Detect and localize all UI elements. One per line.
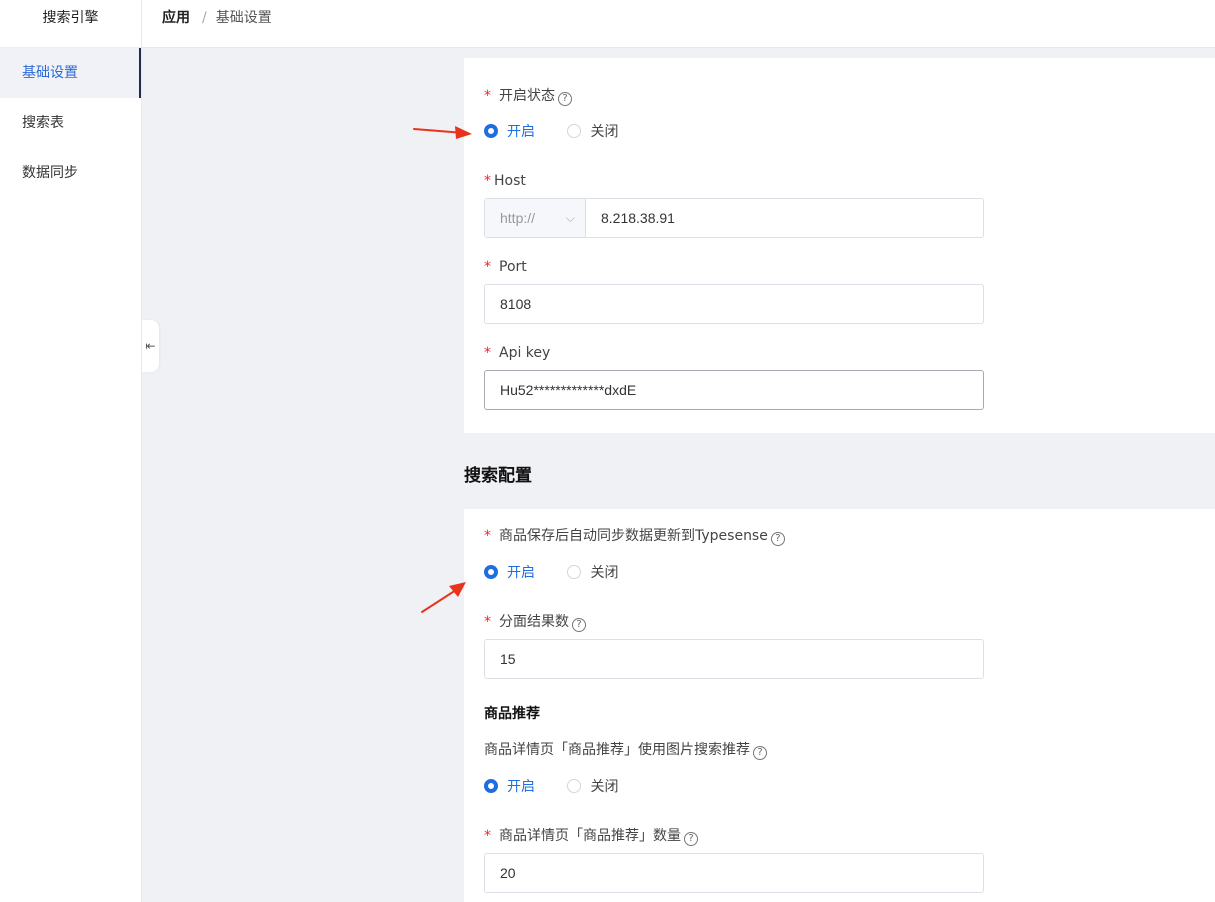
image-search-field: 商品详情页「商品推荐」使用图片搜索推荐?	[484, 740, 767, 760]
status-radio-group: 开启 关闭	[484, 122, 646, 142]
auto-sync-radio-off[interactable]: 关闭	[567, 563, 618, 583]
facet-count-field: * 分面结果数?	[484, 612, 586, 632]
image-search-label: 商品详情页「商品推荐」使用图片搜索推荐	[484, 742, 750, 758]
recommend-count-input[interactable]	[484, 853, 984, 893]
host-field: * Host	[484, 171, 526, 191]
search-config-card: * 商品保存后自动同步数据更新到Typesense? 开启 关闭 * 分面结果数? …	[464, 509, 1215, 902]
annotation-arrow-icon	[421, 582, 466, 613]
required-mark: *	[484, 88, 491, 104]
help-icon[interactable]: ?	[558, 92, 572, 106]
status-field: * 开启状态?	[484, 86, 572, 106]
image-search-radio-group: 开启 关闭	[484, 777, 646, 797]
auto-sync-label: 商品保存后自动同步数据更新到Typesense	[499, 528, 768, 544]
auto-sync-radio-group: 开启 关闭	[484, 563, 646, 583]
breadcrumb-separator: /	[202, 10, 207, 26]
radio-checked-icon	[484, 565, 498, 579]
host-label: Host	[494, 173, 526, 189]
recommend-count-label: 商品详情页「商品推荐」数量	[499, 828, 681, 844]
search-config-title: 搜索配置	[464, 466, 532, 486]
host-input-group: http://⌵	[484, 198, 984, 238]
help-icon[interactable]: ?	[770, 532, 785, 546]
port-label: Port	[499, 259, 527, 275]
auto-sync-radio-on[interactable]: 开启	[484, 563, 535, 583]
status-label: 开启状态	[499, 88, 555, 104]
required-mark: *	[484, 259, 491, 275]
recommend-count-field: * 商品详情页「商品推荐」数量?	[484, 826, 698, 846]
facet-count-label: 分面结果数	[499, 614, 569, 630]
protocol-select[interactable]: http://⌵	[485, 199, 586, 237]
radio-checked-icon	[484, 779, 498, 793]
api-key-field: * Api key	[484, 343, 550, 363]
radio-unchecked-icon	[567, 779, 582, 793]
sidebar-title: 搜索引擎	[0, 0, 141, 48]
image-search-radio-off[interactable]: 关闭	[567, 777, 618, 797]
radio-unchecked-icon	[567, 124, 582, 138]
port-field: * Port	[484, 257, 527, 277]
collapse-sidebar-icon[interactable]: ⇤	[142, 320, 159, 372]
api-key-label: Api key	[499, 345, 551, 361]
breadcrumb-current: 基础设置	[215, 10, 272, 26]
facet-count-input[interactable]	[484, 639, 984, 679]
port-input[interactable]	[484, 284, 984, 324]
help-icon[interactable]: ?	[753, 746, 767, 760]
sidebar-item-search-table[interactable]: 搜索表	[0, 98, 141, 148]
sidebar: 搜索引擎 基础设置 搜索表 数据同步	[0, 0, 142, 902]
breadcrumb-root[interactable]: 应用	[162, 10, 190, 26]
sidebar-item-basic-settings[interactable]: 基础设置	[0, 48, 141, 98]
auto-sync-field: * 商品保存后自动同步数据更新到Typesense?	[484, 526, 785, 546]
connection-settings-card: *开启状态? 开启 关闭 *Host http://⌵ *Port *Api k…	[464, 58, 1215, 433]
api-key-input[interactable]	[484, 370, 984, 410]
status-radio-off[interactable]: 关闭	[567, 122, 618, 142]
image-search-radio-on[interactable]: 开启	[484, 777, 535, 797]
radio-unchecked-icon	[567, 565, 582, 579]
required-mark: *	[484, 345, 491, 361]
help-icon[interactable]: ?	[684, 832, 698, 846]
required-mark: *	[484, 173, 491, 189]
status-radio-on[interactable]: 开启	[484, 122, 535, 142]
radio-checked-icon	[484, 124, 498, 138]
required-mark: *	[484, 528, 491, 544]
required-mark: *	[484, 828, 491, 844]
chevron-down-icon: ⌵	[565, 211, 575, 225]
help-icon[interactable]: ?	[572, 618, 586, 632]
header: 应用 / 基础设置	[142, 0, 1215, 48]
required-mark: *	[484, 614, 491, 630]
recommend-subtitle: 商品推荐	[484, 706, 540, 722]
annotation-arrow-icon	[413, 126, 472, 139]
sidebar-item-data-sync[interactable]: 数据同步	[0, 148, 141, 198]
host-input[interactable]	[586, 199, 983, 237]
